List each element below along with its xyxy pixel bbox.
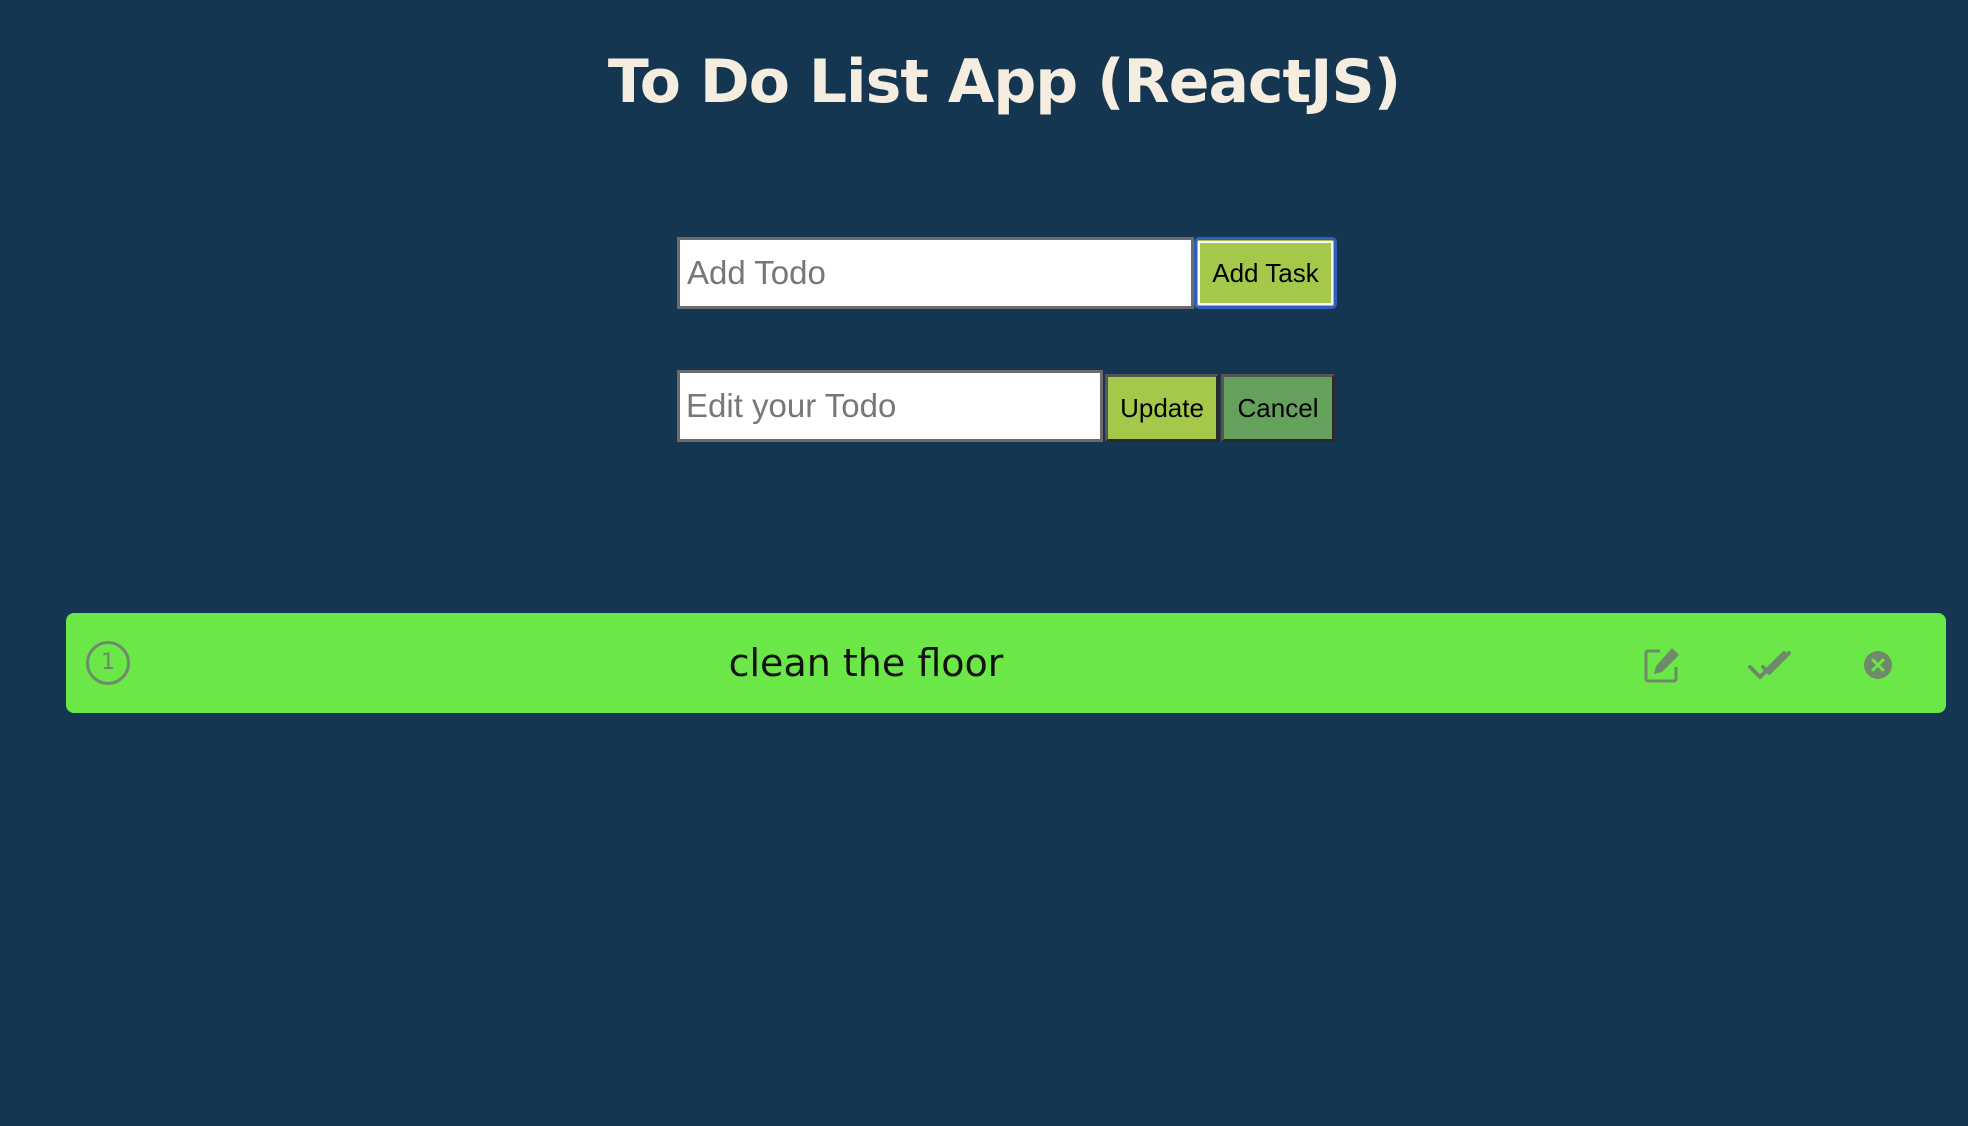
check-double-icon[interactable] xyxy=(1747,643,1791,687)
edit-todo-form: Update Cancel xyxy=(677,370,1335,442)
todo-item: 1 clean the floor xyxy=(66,613,1946,713)
add-task-button[interactable]: Add Task xyxy=(1194,237,1337,309)
edit-todo-input[interactable] xyxy=(677,370,1103,442)
cancel-button[interactable]: Cancel xyxy=(1221,374,1335,442)
add-todo-input[interactable] xyxy=(677,237,1194,309)
circle-xmark-icon[interactable] xyxy=(1856,643,1900,687)
add-todo-form: Add Task xyxy=(677,237,1337,309)
page-title: To Do List App (ReactJS) xyxy=(607,47,1401,117)
todo-text: clean the floor xyxy=(728,641,1004,685)
pen-to-square-icon[interactable] xyxy=(1640,643,1684,687)
update-button[interactable]: Update xyxy=(1105,374,1219,442)
app-page: To Do List App (ReactJS) Add Task Update… xyxy=(0,0,1968,1126)
